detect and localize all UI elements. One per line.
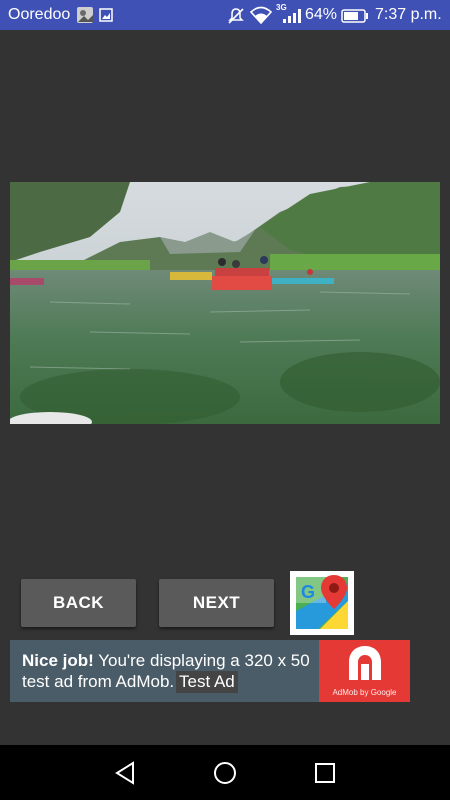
google-g-letter: G — [301, 582, 315, 602]
image-notification-icon — [76, 6, 94, 29]
home-icon[interactable] — [213, 761, 237, 790]
test-ad-label: Test Ad — [176, 671, 238, 693]
landscape-photo — [10, 182, 440, 424]
battery-percentage: 64% — [305, 6, 338, 23]
navigation-bar — [0, 745, 450, 800]
admob-logo: AdMob by Google — [319, 640, 410, 702]
photo-notification-icon — [99, 8, 113, 27]
google-maps-button[interactable]: G — [290, 571, 354, 635]
next-button[interactable]: NEXT — [159, 579, 274, 627]
back-button[interactable]: BACK — [21, 579, 136, 627]
battery-icon — [341, 9, 369, 28]
signal-icon — [282, 8, 302, 29]
google-maps-icon: G — [290, 575, 354, 639]
ad-text: Nice job! You're displaying a 320 x 50 t… — [22, 650, 322, 692]
status-bar: Ooredoo 3G 64% 7:37 p.m. — [0, 0, 450, 30]
back-icon[interactable] — [113, 760, 137, 791]
mute-icon — [227, 7, 245, 30]
recents-icon[interactable] — [314, 762, 336, 789]
clock: 7:37 p.m. — [375, 6, 442, 23]
ad-headline: Nice job! — [22, 651, 94, 670]
wifi-icon — [249, 6, 273, 29]
carrier-name: Ooredoo — [8, 6, 71, 23]
admob-caption: AdMob by Google — [332, 688, 397, 697]
app-content: BACK NEXT G Nice job! You're displaying … — [0, 30, 450, 745]
